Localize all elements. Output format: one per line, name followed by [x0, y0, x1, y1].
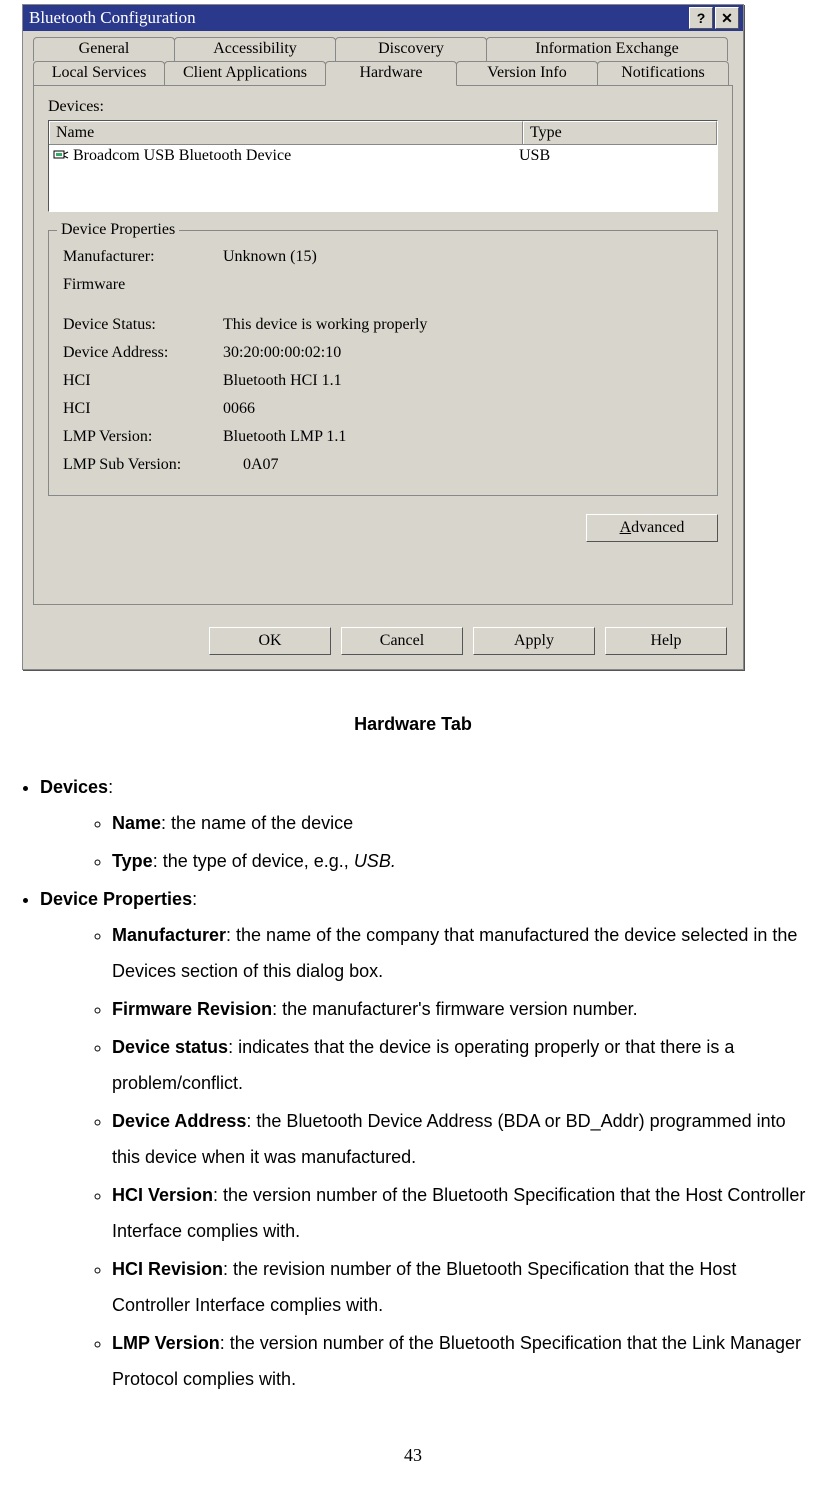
tab-local-services[interactable]: Local Services	[33, 61, 165, 85]
col-type[interactable]: Type	[523, 121, 717, 144]
term: Name	[112, 813, 161, 833]
heading: Devices	[40, 777, 108, 797]
prop-key: LMP Sub Version:	[63, 453, 243, 477]
devices-list[interactable]: Name Type Broadcom USB Bluetooth Device …	[48, 120, 718, 212]
tab-accessibility[interactable]: Accessibility	[174, 37, 336, 61]
prop-key: Device Status:	[63, 313, 223, 337]
apply-button[interactable]: Apply	[473, 627, 595, 655]
prop-key: Manufacturer:	[63, 245, 223, 269]
prop-val: 0A07	[243, 453, 279, 477]
tab-client-applications[interactable]: Client Applications	[164, 61, 326, 85]
device-name: Broadcom USB Bluetooth Device	[73, 147, 291, 165]
help-button[interactable]: Help	[605, 627, 727, 655]
term: Firmware Revision	[112, 999, 272, 1019]
cancel-button[interactable]: Cancel	[341, 627, 463, 655]
list-item[interactable]: Broadcom USB Bluetooth Device USB	[49, 145, 717, 167]
tab-hardware[interactable]: Hardware	[325, 61, 457, 86]
text: : the type of device, e.g.,	[153, 851, 354, 871]
prop-key: Device Address:	[63, 341, 223, 365]
document-text: Devices: Name: the name of the device Ty…	[8, 769, 818, 1397]
prop-val: Unknown (15)	[223, 245, 317, 269]
help-icon[interactable]: ?	[689, 7, 713, 29]
devices-label: Devices:	[48, 98, 718, 116]
term: Type	[112, 851, 153, 871]
prop-key: LMP Version:	[63, 425, 223, 449]
heading: Device Properties	[40, 889, 192, 909]
device-icon	[53, 149, 69, 163]
figure-caption: Hardware Tab	[8, 714, 818, 735]
prop-val: This device is working properly	[223, 313, 427, 337]
term: Device Address	[112, 1111, 246, 1131]
tab-general[interactable]: General	[33, 37, 175, 61]
prop-key: Firmware	[63, 273, 223, 297]
term: Manufacturer	[112, 925, 226, 945]
tab-version-info[interactable]: Version Info	[456, 61, 598, 85]
tab-information-exchange[interactable]: Information Exchange	[486, 37, 728, 61]
window-title: Bluetooth Configuration	[29, 8, 196, 28]
tab-discovery[interactable]: Discovery	[335, 37, 487, 61]
prop-val: 0066	[223, 397, 255, 421]
group-legend: Device Properties	[57, 221, 179, 239]
close-icon[interactable]: ✕	[715, 7, 739, 29]
prop-key: HCI	[63, 369, 223, 393]
term: HCI Version	[112, 1185, 213, 1205]
text-italic: USB.	[354, 851, 396, 871]
bluetooth-config-dialog: Bluetooth Configuration ? ✕ General Acce…	[22, 4, 744, 670]
term: LMP Version	[112, 1333, 220, 1353]
page-number: 43	[8, 1445, 818, 1466]
prop-val: 30:20:00:00:02:10	[223, 341, 341, 365]
term: HCI Revision	[112, 1259, 223, 1279]
text: : the version number of the Bluetooth Sp…	[112, 1185, 805, 1241]
device-properties-group: Device Properties Manufacturer:Unknown (…	[48, 230, 718, 496]
col-name[interactable]: Name	[49, 121, 523, 144]
term: Device status	[112, 1037, 228, 1057]
list-header: Name Type	[49, 121, 717, 145]
titlebar: Bluetooth Configuration ? ✕	[23, 5, 743, 31]
text: : the manufacturer's firmware version nu…	[272, 999, 638, 1019]
hardware-panel: Devices: Name Type Broadcom USB Bluetoot…	[33, 85, 733, 605]
tab-notifications[interactable]: Notifications	[597, 61, 729, 85]
device-type: USB	[513, 147, 717, 165]
ok-button[interactable]: OK	[209, 627, 331, 655]
advanced-button[interactable]: Advanced	[586, 514, 718, 542]
prop-val: Bluetooth LMP 1.1	[223, 425, 346, 449]
prop-key: HCI	[63, 397, 223, 421]
prop-val: Bluetooth HCI 1.1	[223, 369, 342, 393]
text: : the name of the device	[161, 813, 353, 833]
